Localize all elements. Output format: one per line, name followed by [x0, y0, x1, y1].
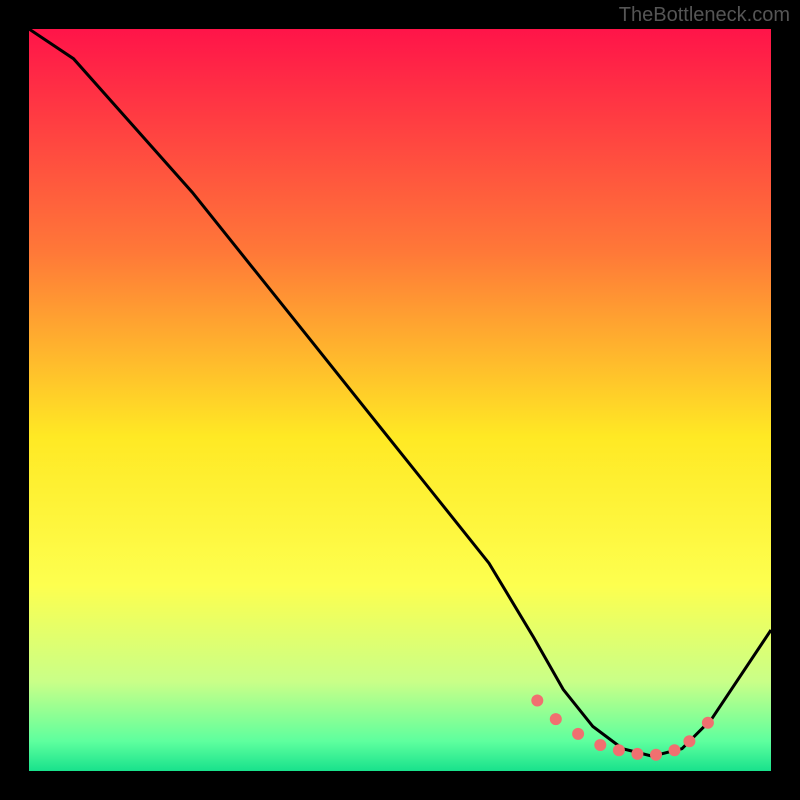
optimal-point-dot: [650, 749, 662, 761]
optimal-point-dot: [631, 748, 643, 760]
optimal-point-dot: [613, 744, 625, 756]
chart-plot-area: [29, 29, 771, 771]
optimal-dots-group: [531, 695, 714, 761]
optimal-point-dot: [594, 739, 606, 751]
curve-layer: [29, 29, 771, 771]
optimal-point-dot: [531, 695, 543, 707]
optimal-point-dot: [550, 713, 562, 725]
optimal-point-dot: [572, 728, 584, 740]
bottleneck-curve-line: [29, 29, 771, 756]
optimal-point-dot: [683, 735, 695, 747]
optimal-point-dot: [702, 717, 714, 729]
watermark-label: TheBottleneck.com: [619, 4, 790, 27]
optimal-point-dot: [669, 744, 681, 756]
